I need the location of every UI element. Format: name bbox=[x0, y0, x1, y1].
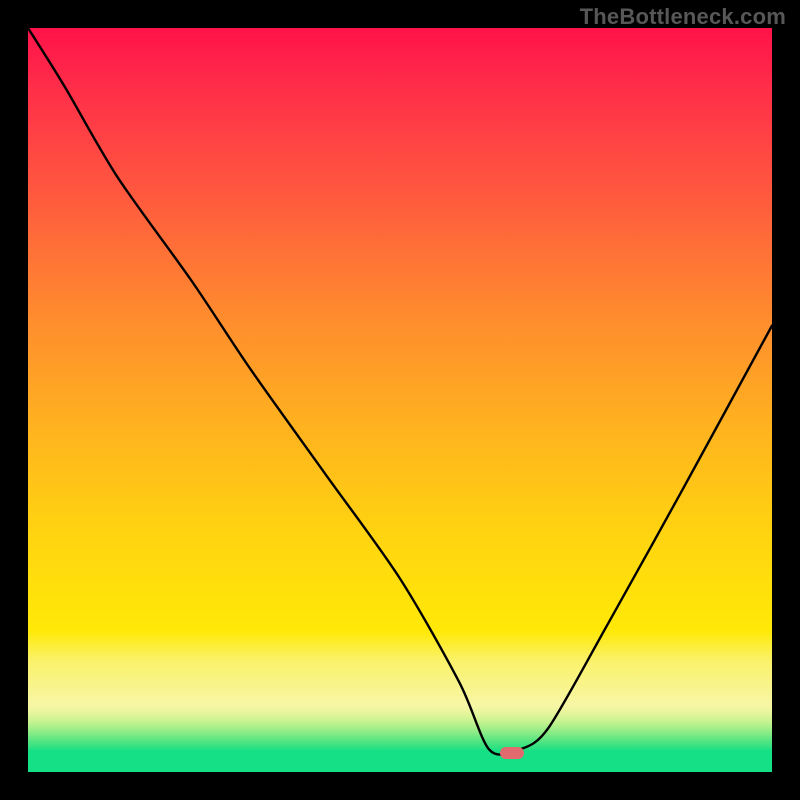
optimum-marker bbox=[500, 747, 524, 759]
watermark-text: TheBottleneck.com bbox=[580, 4, 786, 30]
bottleneck-curve bbox=[28, 28, 772, 772]
chart-frame: TheBottleneck.com bbox=[0, 0, 800, 800]
plot-area bbox=[28, 28, 772, 772]
curve-path bbox=[28, 28, 772, 755]
